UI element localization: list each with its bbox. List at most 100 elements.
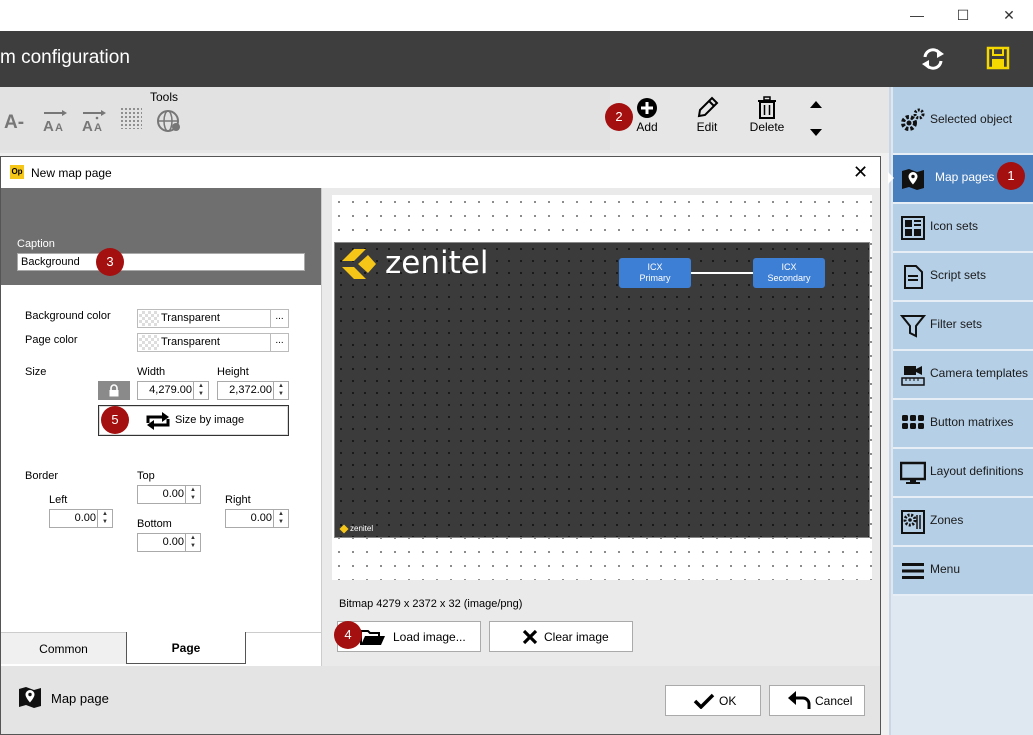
height-input[interactable]: 2,372.00 ▲ ▼ xyxy=(217,381,289,400)
height-value: 2,372.00 xyxy=(229,384,272,396)
tab-page[interactable]: Page xyxy=(126,632,246,664)
sidebar-item-selected-object[interactable]: Selected object xyxy=(893,87,1033,155)
edit-button[interactable]: Edit xyxy=(681,96,733,134)
tab-strip-line xyxy=(246,632,321,633)
grid-icon[interactable] xyxy=(120,107,142,129)
border-top-value: 0.00 xyxy=(162,488,184,500)
border-top-input[interactable]: 0.00 ▲ ▼ xyxy=(137,485,201,504)
border-right-value: 0.00 xyxy=(250,512,272,524)
window-titlebar: — ☐ ✕ xyxy=(0,0,1033,32)
page-color-picker[interactable]: Transparent ... xyxy=(137,333,289,352)
step-marker: 4 xyxy=(334,621,362,649)
height-spinner[interactable]: ▲ ▼ xyxy=(273,382,288,399)
border-bottom-label: Bottom xyxy=(137,518,172,530)
font-size-up-icon[interactable]: A A xyxy=(42,109,68,136)
border-right-input[interactable]: 0.00 ▲ ▼ xyxy=(225,509,289,528)
checkmark-icon xyxy=(693,693,715,709)
background-color-picker[interactable]: Transparent ... xyxy=(137,309,289,328)
sidebar-item-zones[interactable]: Zones xyxy=(893,498,1033,547)
font-size-down-icon[interactable]: A A xyxy=(81,109,107,136)
transparent-swatch xyxy=(139,311,159,326)
properties-panel: Caption Background Background color Tran… xyxy=(1,188,322,666)
border-top-spinner[interactable]: ▲ ▼ xyxy=(185,486,200,503)
document-icon xyxy=(904,265,923,289)
globe-icon[interactable] xyxy=(156,109,182,138)
size-by-image-label: Size by image xyxy=(175,414,245,426)
ok-button[interactable]: OK xyxy=(665,685,761,716)
svg-text:A: A xyxy=(43,118,54,133)
step-marker: 1 xyxy=(997,162,1025,190)
save-button[interactable] xyxy=(985,45,1011,71)
border-right-spinner[interactable]: ▲ ▼ xyxy=(273,510,288,527)
border-bottom-input[interactable]: 0.00 ▲ ▼ xyxy=(137,533,201,552)
tools-group: Tools A- A A A A xyxy=(0,87,610,150)
dialog-close-button[interactable]: ✕ xyxy=(853,162,868,183)
border-left-value: 0.00 xyxy=(74,512,96,524)
refresh-button[interactable] xyxy=(918,45,948,73)
icx-primary-title: ICX xyxy=(647,262,663,272)
sidebar-item-filter-sets[interactable]: Filter sets xyxy=(893,302,1033,351)
border-label: Border xyxy=(25,470,59,482)
app-header: m configuration xyxy=(0,31,1033,87)
footer-object-type: Map page xyxy=(51,691,109,706)
border-left-input[interactable]: 0.00 ▲ ▼ xyxy=(49,509,113,528)
page-canvas[interactable]: zenitel ICX Primary ICX Secondary zenite… xyxy=(332,195,872,580)
sidebar-item-label: Layout definitions xyxy=(930,464,1024,478)
window-close-button[interactable]: ✕ xyxy=(998,4,1020,26)
new-map-page-dialog: Op New map page ✕ Caption Background Bac… xyxy=(0,156,881,735)
camera-icon xyxy=(901,366,925,386)
dialog-title: New map page xyxy=(31,166,112,180)
triangle-down-icon xyxy=(810,129,822,136)
border-top-label: Top xyxy=(137,470,155,482)
border-bottom-spinner[interactable]: ▲ ▼ xyxy=(185,534,200,551)
clear-image-label: Clear image xyxy=(544,630,609,644)
move-down-button[interactable] xyxy=(808,127,824,141)
sidebar-item-label: Camera templates xyxy=(930,366,1029,380)
delete-label: Delete xyxy=(749,120,785,134)
connection-line xyxy=(691,272,753,274)
tab-common[interactable]: Common xyxy=(1,632,126,664)
border-left-spinner[interactable]: ▲ ▼ xyxy=(97,510,112,527)
sidebar-item-label: Script sets xyxy=(930,268,987,282)
trash-icon xyxy=(758,96,776,119)
sidebar-item-label: Button matrixes xyxy=(930,415,1014,429)
map-preview-panel: zenitel ICX Primary ICX Secondary zenite… xyxy=(322,188,880,666)
minimize-button[interactable]: — xyxy=(906,4,928,26)
width-label: Width xyxy=(137,366,166,378)
sidebar-item-menu[interactable]: Menu xyxy=(893,547,1033,596)
cancel-button[interactable]: Cancel xyxy=(769,685,865,716)
clear-image-button[interactable]: Clear image xyxy=(489,621,633,652)
delete-button[interactable]: Delete xyxy=(741,96,793,134)
move-up-button[interactable] xyxy=(808,98,824,112)
dialog-footer: Map page OK Cancel xyxy=(1,666,880,734)
icon-grid-icon xyxy=(901,216,925,240)
sidebar-item-camera-templates[interactable]: Camera templates xyxy=(893,351,1033,400)
icx-secondary-node: ICX Secondary xyxy=(753,258,825,288)
caption-input[interactable]: Background xyxy=(17,253,305,271)
lock-icon xyxy=(109,384,119,397)
sidebar-item-layout-definitions[interactable]: Layout definitions xyxy=(893,449,1033,498)
folder-open-icon xyxy=(360,630,385,645)
color-picker-button[interactable]: ... xyxy=(270,334,288,351)
step-marker: 5 xyxy=(101,406,129,434)
icx-primary-role: Primary xyxy=(639,273,671,283)
button-grid-icon xyxy=(902,415,924,429)
aspect-lock-button[interactable] xyxy=(98,381,130,400)
hamburger-icon xyxy=(902,563,924,579)
width-input[interactable]: 4,279.00 ▲ ▼ xyxy=(137,381,209,400)
zones-icon xyxy=(901,510,925,534)
sidebar-item-icon-sets[interactable]: Icon sets xyxy=(893,204,1033,253)
sidebar-item-script-sets[interactable]: Script sets xyxy=(893,253,1033,302)
sidebar-item-label: Map pages xyxy=(935,170,995,184)
refresh-icon xyxy=(922,48,944,70)
font-smaller-icon[interactable]: A- xyxy=(4,112,24,134)
width-spinner[interactable]: ▲ ▼ xyxy=(193,382,208,399)
color-picker-button[interactable]: ... xyxy=(270,310,288,327)
funnel-icon xyxy=(900,315,926,338)
cancel-label: Cancel xyxy=(815,694,853,708)
sidebar-item-label: Zones xyxy=(930,513,964,527)
step-marker: 3 xyxy=(96,248,124,276)
maximize-button[interactable]: ☐ xyxy=(952,4,974,26)
svg-text:A: A xyxy=(55,122,63,133)
sidebar-item-button-matrixes[interactable]: Button matrixes xyxy=(893,400,1033,449)
